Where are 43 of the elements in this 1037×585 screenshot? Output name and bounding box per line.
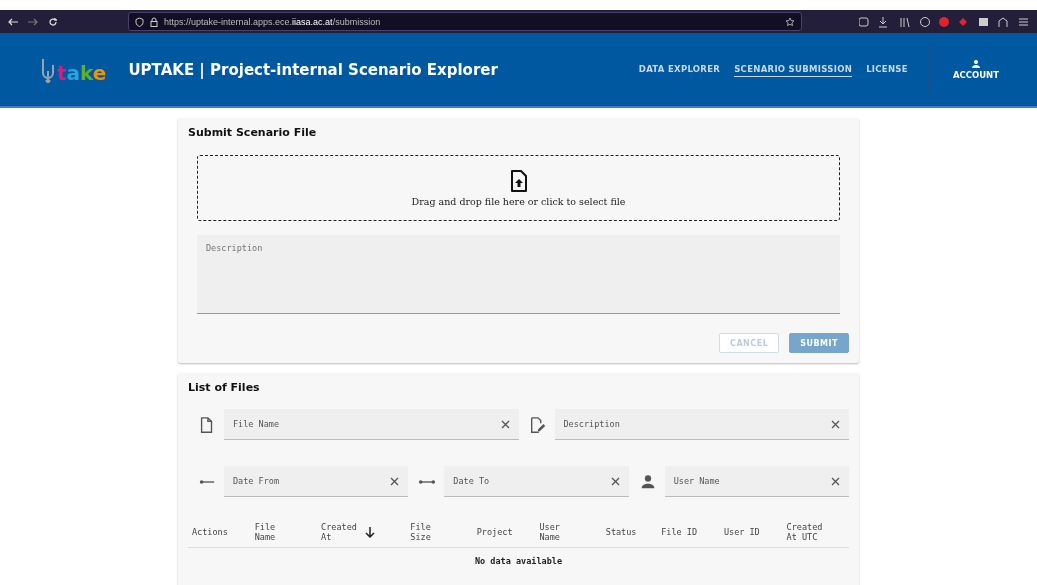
account-button[interactable]: ACCOUNT (942, 59, 1009, 80)
reload-icon[interactable] (48, 16, 58, 27)
clear-icon[interactable] (831, 477, 840, 486)
filter-field[interactable]: User Name (664, 466, 849, 497)
app-title: UPTAKE | Project-internal Scenario Explorer (128, 60, 498, 79)
person-icon (971, 59, 980, 68)
nav-link[interactable]: SCENARIO SUBMISSION (734, 62, 853, 77)
column-header[interactable]: Actions (192, 527, 228, 538)
column-header[interactable]: Created At (321, 523, 360, 543)
column-header[interactable]: File Name (254, 523, 294, 543)
column-header[interactable]: File ID (661, 527, 697, 538)
drop-zone[interactable]: Drag and drop file here or click to select file (197, 155, 840, 221)
back-icon[interactable] (8, 17, 18, 26)
sort-arrow-icon[interactable] (365, 527, 376, 539)
filter-field[interactable]: Date From (224, 466, 409, 497)
column-header[interactable]: Created At UTC (786, 523, 825, 543)
card-title: List of Files (188, 381, 261, 394)
card-title: Submit Scenario File (188, 126, 318, 139)
clear-icon[interactable] (610, 477, 620, 486)
toolbar-icons-drawing[interactable] (859, 15, 1029, 28)
column-header[interactable]: User Name (539, 523, 578, 543)
column-header[interactable]: User ID (723, 527, 760, 538)
nav-link[interactable]: DATA EXPLORER (638, 62, 721, 77)
logo-text: take (57, 62, 107, 83)
column-header[interactable]: File Size (410, 523, 449, 543)
clear-icon[interactable] (831, 420, 840, 429)
range-icon (418, 478, 437, 485)
clear-icon[interactable] (390, 477, 400, 486)
file-edit-icon (528, 415, 547, 434)
line-icon (198, 478, 216, 485)
column-header[interactable]: Project (476, 527, 513, 538)
filter-field[interactable]: File Name (224, 409, 519, 440)
file-upload-icon (509, 169, 528, 192)
column-header[interactable]: Status (605, 527, 637, 538)
forward-icon[interactable] (28, 17, 38, 26)
pipe-icon (40, 56, 56, 83)
filter-field[interactable]: Date To (444, 466, 629, 497)
address-bar[interactable]: https://uptake-internal.apps.ece.iiasa.ac.at/submission (128, 12, 802, 31)
nav-link[interactable]: LICENSE (866, 62, 908, 77)
empty-message: No data available (188, 547, 849, 574)
filter-field[interactable]: Description (554, 409, 849, 440)
description-field[interactable]: Description (197, 235, 840, 314)
clear-icon[interactable] (500, 420, 510, 429)
